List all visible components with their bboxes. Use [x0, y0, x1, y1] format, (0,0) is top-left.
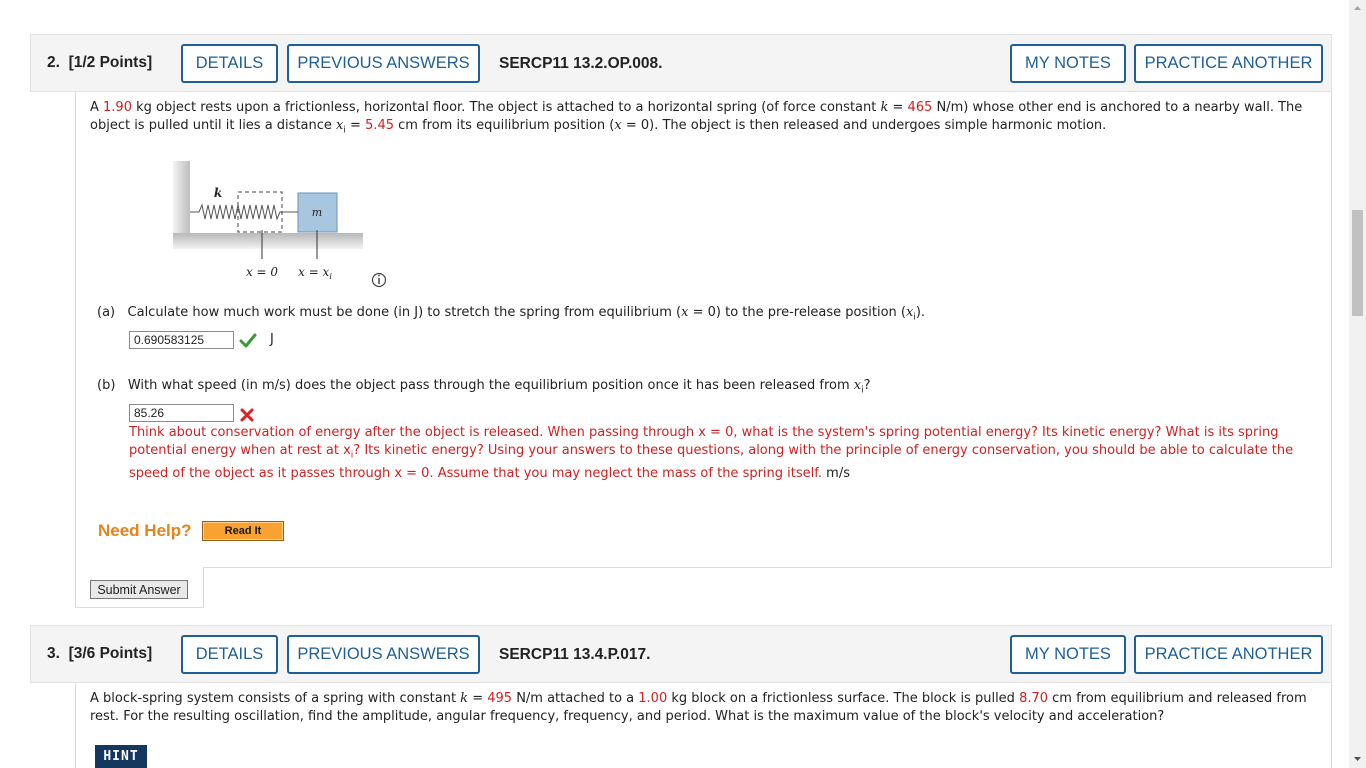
q3-details-button[interactable]: DETAILS [181, 635, 278, 674]
submit-answer-button[interactable]: Submit Answer [90, 580, 188, 599]
q2-statement-line1: A 1.90 kg object rests upon a frictionle… [90, 100, 1303, 115]
q2-part-a-answer-input[interactable]: 0.690583125 [129, 331, 234, 349]
scroll-up-arrow-icon[interactable] [1349, 2, 1366, 14]
q2-previous-answers-button[interactable]: PREVIOUS ANSWERS [287, 44, 480, 83]
q2-part-b-question: (b) With what speed (in m/s) does the ob… [97, 378, 871, 396]
scrollbar-thumb[interactable] [1352, 210, 1363, 316]
check-icon [239, 333, 257, 348]
q3-number: 3. [3/6 Points] [47, 645, 153, 662]
spring-mass-diagram: m k x = 0 x = xi [173, 161, 387, 288]
q2-part-b-feedback-line3: speed of the object as it passes through… [129, 466, 850, 481]
q3-practice-another-button[interactable]: PRACTICE ANOTHER [1134, 635, 1323, 674]
q2-my-notes-button[interactable]: MY NOTES [1010, 44, 1126, 83]
q2-part-b-feedback-line1: Think about conservation of energy after… [129, 425, 1279, 440]
q3-statement-line2: rest. For the resulting oscillation, fin… [90, 709, 1165, 724]
q3-statement-line1: A block-spring system consists of a spri… [90, 691, 1307, 706]
q2-details-button[interactable]: DETAILS [181, 44, 278, 83]
q3-previous-answers-button[interactable]: PREVIOUS ANSWERS [287, 635, 480, 674]
need-help-label: Need Help? [98, 521, 192, 540]
q2-part-b-feedback-line2: potential energy when at rest at xi? Its… [129, 443, 1294, 461]
floor [173, 233, 363, 249]
x0-label: x = 0 [246, 265, 278, 279]
hint-button[interactable]: HINT [95, 745, 147, 768]
read-it-button[interactable]: Read It [202, 521, 284, 541]
info-icon[interactable] [371, 272, 387, 288]
q3-problem-code: SERCP11 13.4.P.017. [499, 646, 651, 663]
x-icon [240, 408, 254, 422]
q2-part-a-question: (a) Calculate how much work must be done… [97, 305, 926, 323]
scroll-down-arrow-icon[interactable] [1349, 753, 1366, 765]
mass-label: m [312, 206, 322, 219]
q2-number: 2. [1/2 Points] [47, 54, 153, 71]
q2-problem-code: SERCP11 13.2.OP.008. [499, 55, 663, 72]
vertical-scrollbar[interactable] [1349, 0, 1366, 768]
xi-label: x = xi [298, 265, 332, 281]
q2-statement-line2: object is pulled until it lies a distanc… [90, 118, 1107, 136]
q3-header: 3. [3/6 Points] DETAILS PREVIOUS ANSWERS… [30, 625, 1332, 683]
q2-practice-another-button[interactable]: PRACTICE ANOTHER [1134, 44, 1323, 83]
q3-my-notes-button[interactable]: MY NOTES [1010, 635, 1126, 674]
spring-k-label: k [214, 186, 222, 200]
q2-part-b-answer-input[interactable]: 85.26 [129, 404, 234, 422]
q2-header: 2. [1/2 Points] DETAILS PREVIOUS ANSWERS… [30, 34, 1332, 92]
q2-part-a-unit: J [270, 332, 274, 347]
